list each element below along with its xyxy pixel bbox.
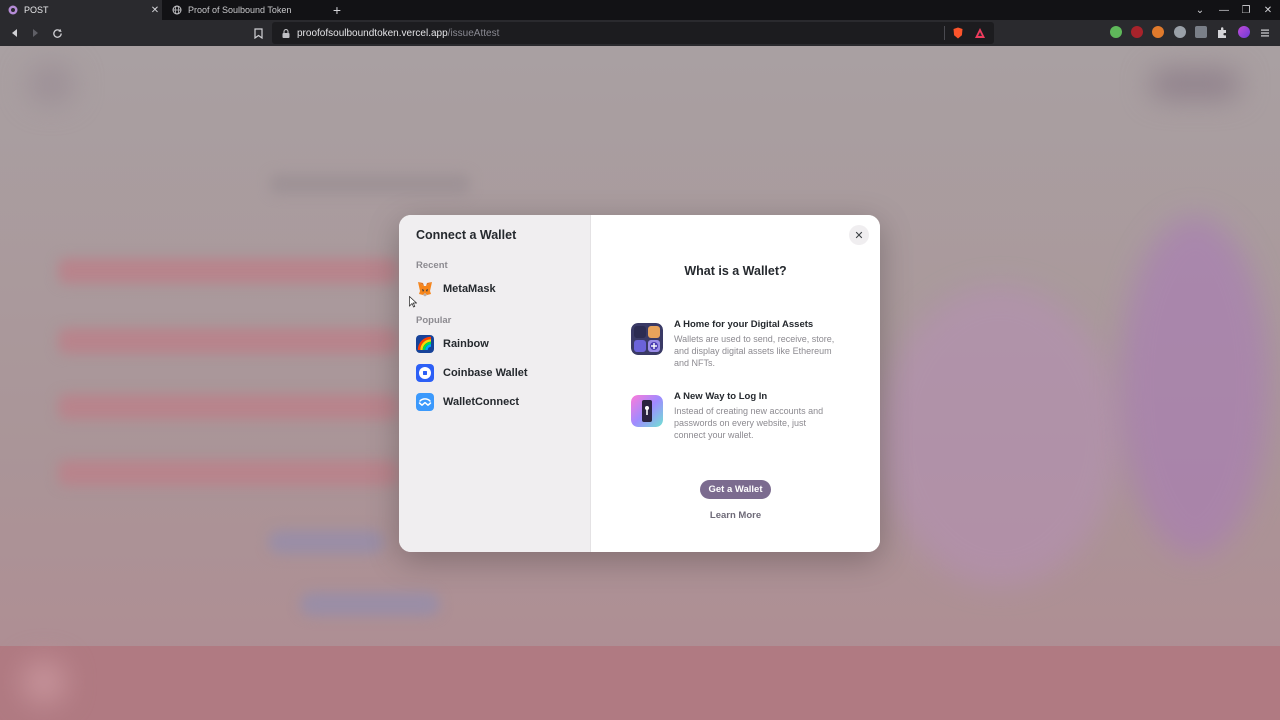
wallet-name: Rainbow bbox=[443, 338, 489, 350]
bookmark-icon[interactable] bbox=[249, 24, 267, 42]
wallet-option-coinbase[interactable]: Coinbase Wallet bbox=[416, 362, 581, 384]
brave-shields-icon[interactable] bbox=[952, 27, 964, 39]
close-icon: ✕ bbox=[854, 229, 864, 242]
brave-favicon-icon bbox=[8, 5, 18, 15]
url-path: /issueAttest bbox=[447, 27, 500, 39]
wallet-name: WalletConnect bbox=[443, 396, 519, 408]
address-bar[interactable]: proofofsoulboundtoken.vercel.app /issueA… bbox=[272, 22, 994, 44]
tab-bar: POST ✕ Proof of Soulbound Token + ⌄ — ❐ … bbox=[0, 0, 1280, 20]
forward-icon[interactable] bbox=[26, 24, 44, 42]
globe-icon bbox=[172, 5, 182, 15]
tab-post[interactable]: POST ✕ bbox=[0, 0, 162, 20]
blurred-logo bbox=[28, 64, 74, 104]
metamask-icon bbox=[416, 280, 434, 298]
blurred-footer-logo bbox=[22, 660, 66, 704]
blurred-connect-button bbox=[1150, 70, 1240, 98]
browser-toolbar: proofofsoulboundtoken.vercel.app /issueA… bbox=[0, 20, 1280, 46]
blurred-footer bbox=[0, 646, 1280, 720]
metamask-extension-icon[interactable] bbox=[1152, 26, 1164, 38]
learn-more-link[interactable]: Learn More bbox=[591, 510, 880, 521]
wallet-name: Coinbase Wallet bbox=[443, 367, 528, 379]
recent-group-label: Recent bbox=[416, 260, 448, 271]
get-a-wallet-button[interactable]: Get a Wallet bbox=[700, 480, 771, 499]
info-title: What is a Wallet? bbox=[684, 264, 787, 278]
rainbow-icon bbox=[416, 335, 434, 353]
new-tab-button[interactable]: + bbox=[330, 2, 344, 18]
walletconnect-icon bbox=[416, 393, 434, 411]
maximize-icon[interactable]: ❐ bbox=[1235, 0, 1257, 20]
coinbase-icon bbox=[416, 364, 434, 382]
blurred-illustration bbox=[1120, 216, 1270, 556]
extension-grey-icon[interactable] bbox=[1174, 26, 1186, 38]
feature-body: Instead of creating new accounts and pas… bbox=[674, 406, 824, 440]
digital-assets-icon bbox=[631, 323, 663, 355]
extension-green-icon[interactable] bbox=[1110, 26, 1122, 38]
popular-group-label: Popular bbox=[416, 315, 452, 326]
lock-icon bbox=[282, 28, 291, 38]
mouse-cursor-icon bbox=[409, 296, 417, 308]
tab-title: Proof of Soulbound Token bbox=[188, 5, 292, 15]
close-modal-button[interactable]: ✕ bbox=[849, 225, 869, 245]
blurred-illustration bbox=[880, 286, 1120, 586]
reload-icon[interactable] bbox=[48, 24, 66, 42]
blurred-input bbox=[58, 394, 398, 420]
brave-rewards-icon[interactable] bbox=[974, 27, 986, 39]
extension-cube-icon[interactable] bbox=[1195, 26, 1207, 38]
wallet-info-panel: What is a Wallet? A Home for your Digita… bbox=[591, 215, 880, 552]
blurred-button bbox=[268, 530, 384, 554]
wallet-option-walletconnect[interactable]: WalletConnect bbox=[416, 391, 581, 413]
minimize-icon[interactable]: — bbox=[1213, 0, 1235, 20]
address-bar-divider bbox=[944, 26, 945, 40]
profile-avatar[interactable] bbox=[1238, 26, 1250, 38]
back-icon[interactable] bbox=[6, 24, 24, 42]
feature-body: Wallets are used to send, receive, store… bbox=[674, 334, 835, 368]
ublock-icon[interactable] bbox=[1131, 26, 1143, 38]
feature-heading: A New Way to Log In bbox=[674, 391, 768, 402]
wallet-option-metamask[interactable]: MetaMask bbox=[416, 278, 581, 300]
url-host: proofofsoulboundtoken.vercel.app bbox=[297, 27, 448, 39]
tab-title: POST bbox=[24, 5, 49, 15]
wallet-option-rainbow[interactable]: Rainbow bbox=[416, 333, 581, 355]
blurred-input bbox=[58, 460, 398, 486]
tab-proof-of-soulbound-token[interactable]: Proof of Soulbound Token bbox=[164, 0, 322, 20]
tab-close-icon[interactable]: ✕ bbox=[148, 5, 162, 16]
blurred-button bbox=[300, 592, 440, 616]
blurred-input bbox=[58, 328, 398, 354]
blurred-heading bbox=[270, 174, 470, 194]
blurred-input bbox=[58, 258, 398, 284]
feature-heading: A Home for your Digital Assets bbox=[674, 319, 814, 330]
wallet-name: MetaMask bbox=[443, 283, 496, 295]
modal-title: Connect a Wallet bbox=[416, 228, 517, 242]
extensions-puzzle-icon[interactable] bbox=[1216, 26, 1228, 38]
key-login-icon bbox=[631, 395, 663, 427]
tab-list-chevron-icon[interactable]: ⌄ bbox=[1189, 0, 1211, 20]
window-close-icon[interactable]: ✕ bbox=[1257, 0, 1279, 20]
wallet-list-panel: Connect a Wallet Recent MetaMask Popular bbox=[399, 215, 591, 552]
menu-hamburger-icon[interactable] bbox=[1259, 26, 1271, 38]
connect-wallet-modal: Connect a Wallet Recent MetaMask Popular bbox=[399, 215, 880, 552]
